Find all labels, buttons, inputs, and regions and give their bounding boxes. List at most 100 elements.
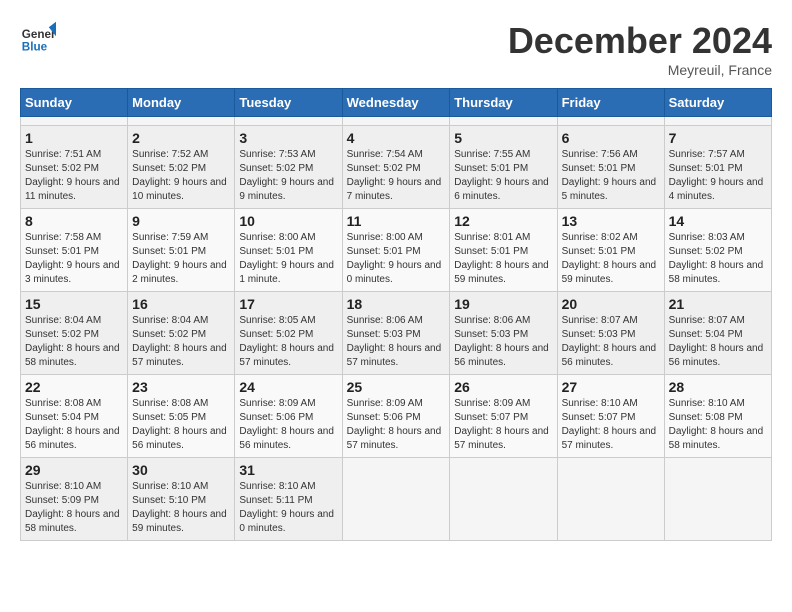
calendar-cell xyxy=(342,117,450,126)
day-number: 6 xyxy=(562,130,660,146)
location: Meyreuil, France xyxy=(508,62,772,78)
day-number: 26 xyxy=(454,379,552,395)
calendar-day-header: Monday xyxy=(128,89,235,117)
day-number: 28 xyxy=(669,379,767,395)
day-info: Sunrise: 7:52 AMSunset: 5:02 PMDaylight:… xyxy=(132,148,230,204)
day-info: Sunrise: 7:54 AMSunset: 5:02 PMDaylight:… xyxy=(347,148,446,204)
day-info: Sunrise: 8:00 AMSunset: 5:01 PMDaylight:… xyxy=(347,231,446,287)
day-info: Sunrise: 7:53 AMSunset: 5:02 PMDaylight:… xyxy=(239,148,337,204)
calendar-cell: 31 Sunrise: 8:10 AMSunset: 5:11 PMDayligh… xyxy=(235,458,342,541)
day-info: Sunrise: 8:09 AMSunset: 5:06 PMDaylight:… xyxy=(239,397,337,453)
calendar-cell: 22 Sunrise: 8:08 AMSunset: 5:04 PMDayligh… xyxy=(21,375,128,458)
day-number: 23 xyxy=(132,379,230,395)
calendar-day-header: Wednesday xyxy=(342,89,450,117)
day-number: 29 xyxy=(25,462,123,478)
day-number: 30 xyxy=(132,462,230,478)
calendar-cell xyxy=(557,117,664,126)
day-info: Sunrise: 8:04 AMSunset: 5:02 PMDaylight:… xyxy=(25,314,123,370)
day-info: Sunrise: 8:10 AMSunset: 5:09 PMDaylight:… xyxy=(25,480,123,536)
day-number: 22 xyxy=(25,379,123,395)
day-number: 7 xyxy=(669,130,767,146)
day-info: Sunrise: 8:07 AMSunset: 5:03 PMDaylight:… xyxy=(562,314,660,370)
calendar-cell: 11Sunrise: 8:00 AMSunset: 5:01 PMDayligh… xyxy=(342,209,450,292)
calendar-cell: 9 Sunrise: 7:59 AMSunset: 5:01 PMDaylight… xyxy=(128,209,235,292)
calendar-day-header: Friday xyxy=(557,89,664,117)
calendar-cell: 20Sunrise: 8:07 AMSunset: 5:03 PMDayligh… xyxy=(557,292,664,375)
calendar-header-row: SundayMondayTuesdayWednesdayThursdayFrid… xyxy=(21,89,772,117)
calendar-week-row: 22 Sunrise: 8:08 AMSunset: 5:04 PMDayligh… xyxy=(21,375,772,458)
calendar-day-header: Thursday xyxy=(450,89,557,117)
calendar-cell xyxy=(450,458,557,541)
day-info: Sunrise: 7:55 AMSunset: 5:01 PMDaylight:… xyxy=(454,148,552,204)
day-info: Sunrise: 8:06 AMSunset: 5:03 PMDaylight:… xyxy=(454,314,552,370)
calendar-cell: 13Sunrise: 8:02 AMSunset: 5:01 PMDayligh… xyxy=(557,209,664,292)
day-info: Sunrise: 8:10 AMSunset: 5:11 PMDaylight:… xyxy=(239,480,337,536)
calendar-cell: 24Sunrise: 8:09 AMSunset: 5:06 PMDayligh… xyxy=(235,375,342,458)
calendar-table: SundayMondayTuesdayWednesdayThursdayFrid… xyxy=(20,88,772,541)
calendar-week-row: 15 Sunrise: 8:04 AMSunset: 5:02 PMDayligh… xyxy=(21,292,772,375)
day-info: Sunrise: 8:10 AMSunset: 5:07 PMDaylight:… xyxy=(562,397,660,453)
calendar-cell: 21Sunrise: 8:07 AMSunset: 5:04 PMDayligh… xyxy=(664,292,771,375)
day-number: 1 xyxy=(25,130,123,146)
day-info: Sunrise: 8:02 AMSunset: 5:01 PMDaylight:… xyxy=(562,231,660,287)
calendar-cell: 4 Sunrise: 7:54 AMSunset: 5:02 PMDaylight… xyxy=(342,126,450,209)
day-info: Sunrise: 8:08 AMSunset: 5:04 PMDaylight:… xyxy=(25,397,123,453)
day-info: Sunrise: 8:05 AMSunset: 5:02 PMDaylight:… xyxy=(239,314,337,370)
day-info: Sunrise: 8:09 AMSunset: 5:06 PMDaylight:… xyxy=(347,397,446,453)
day-number: 18 xyxy=(347,296,446,312)
day-info: Sunrise: 8:10 AMSunset: 5:10 PMDaylight:… xyxy=(132,480,230,536)
day-info: Sunrise: 8:08 AMSunset: 5:05 PMDaylight:… xyxy=(132,397,230,453)
calendar-cell xyxy=(342,458,450,541)
day-number: 14 xyxy=(669,213,767,229)
calendar-cell xyxy=(664,117,771,126)
calendar-cell: 7 Sunrise: 7:57 AMSunset: 5:01 PMDaylight… xyxy=(664,126,771,209)
day-number: 2 xyxy=(132,130,230,146)
day-info: Sunrise: 7:56 AMSunset: 5:01 PMDaylight:… xyxy=(562,148,660,204)
calendar-cell: 14 Sunrise: 8:03 AMSunset: 5:02 PMDayligh… xyxy=(664,209,771,292)
day-info: Sunrise: 7:57 AMSunset: 5:01 PMDaylight:… xyxy=(669,148,767,204)
day-number: 31 xyxy=(239,462,337,478)
calendar-cell: 16 Sunrise: 8:04 AMSunset: 5:02 PMDayligh… xyxy=(128,292,235,375)
calendar-cell xyxy=(235,117,342,126)
day-info: Sunrise: 8:01 AMSunset: 5:01 PMDaylight:… xyxy=(454,231,552,287)
calendar-cell: 30 Sunrise: 8:10 AMSunset: 5:10 PMDayligh… xyxy=(128,458,235,541)
day-number: 16 xyxy=(132,296,230,312)
day-number: 4 xyxy=(347,130,446,146)
calendar-cell xyxy=(450,117,557,126)
month-title: December 2024 xyxy=(508,20,772,62)
calendar-cell xyxy=(664,458,771,541)
logo-icon: General Blue xyxy=(20,20,56,56)
day-number: 9 xyxy=(132,213,230,229)
calendar-cell: 12 Sunrise: 8:01 AMSunset: 5:01 PMDayligh… xyxy=(450,209,557,292)
svg-text:General: General xyxy=(22,28,56,41)
day-number: 8 xyxy=(25,213,123,229)
svg-text:Blue: Blue xyxy=(22,41,48,54)
calendar-cell: 26Sunrise: 8:09 AMSunset: 5:07 PMDayligh… xyxy=(450,375,557,458)
calendar-cell: 3Sunrise: 7:53 AMSunset: 5:02 PMDaylight… xyxy=(235,126,342,209)
calendar-cell: 10Sunrise: 8:00 AMSunset: 5:01 PMDayligh… xyxy=(235,209,342,292)
calendar-cell xyxy=(21,117,128,126)
calendar-cell xyxy=(128,117,235,126)
logo: General Blue xyxy=(20,20,56,56)
day-number: 27 xyxy=(562,379,660,395)
calendar-cell: 28Sunrise: 8:10 AMSunset: 5:08 PMDayligh… xyxy=(664,375,771,458)
calendar-cell: 6 Sunrise: 7:56 AMSunset: 5:01 PMDaylight… xyxy=(557,126,664,209)
calendar-cell: 1Sunrise: 7:51 AMSunset: 5:02 PMDaylight… xyxy=(21,126,128,209)
calendar-cell: 18Sunrise: 8:06 AMSunset: 5:03 PMDayligh… xyxy=(342,292,450,375)
calendar-week-row xyxy=(21,117,772,126)
day-info: Sunrise: 7:58 AMSunset: 5:01 PMDaylight:… xyxy=(25,231,123,287)
day-number: 15 xyxy=(25,296,123,312)
calendar-cell: 2 Sunrise: 7:52 AMSunset: 5:02 PMDaylight… xyxy=(128,126,235,209)
calendar-cell: 25Sunrise: 8:09 AMSunset: 5:06 PMDayligh… xyxy=(342,375,450,458)
calendar-cell: 5Sunrise: 7:55 AMSunset: 5:01 PMDaylight… xyxy=(450,126,557,209)
calendar-cell xyxy=(557,458,664,541)
day-info: Sunrise: 8:04 AMSunset: 5:02 PMDaylight:… xyxy=(132,314,230,370)
calendar-cell: 15 Sunrise: 8:04 AMSunset: 5:02 PMDayligh… xyxy=(21,292,128,375)
calendar-body: 1Sunrise: 7:51 AMSunset: 5:02 PMDaylight… xyxy=(21,117,772,541)
day-info: Sunrise: 8:03 AMSunset: 5:02 PMDaylight:… xyxy=(669,231,767,287)
day-number: 12 xyxy=(454,213,552,229)
calendar-cell: 19Sunrise: 8:06 AMSunset: 5:03 PMDayligh… xyxy=(450,292,557,375)
calendar-day-header: Tuesday xyxy=(235,89,342,117)
day-info: Sunrise: 7:59 AMSunset: 5:01 PMDaylight:… xyxy=(132,231,230,287)
calendar-week-row: 29 Sunrise: 8:10 AMSunset: 5:09 PMDayligh… xyxy=(21,458,772,541)
